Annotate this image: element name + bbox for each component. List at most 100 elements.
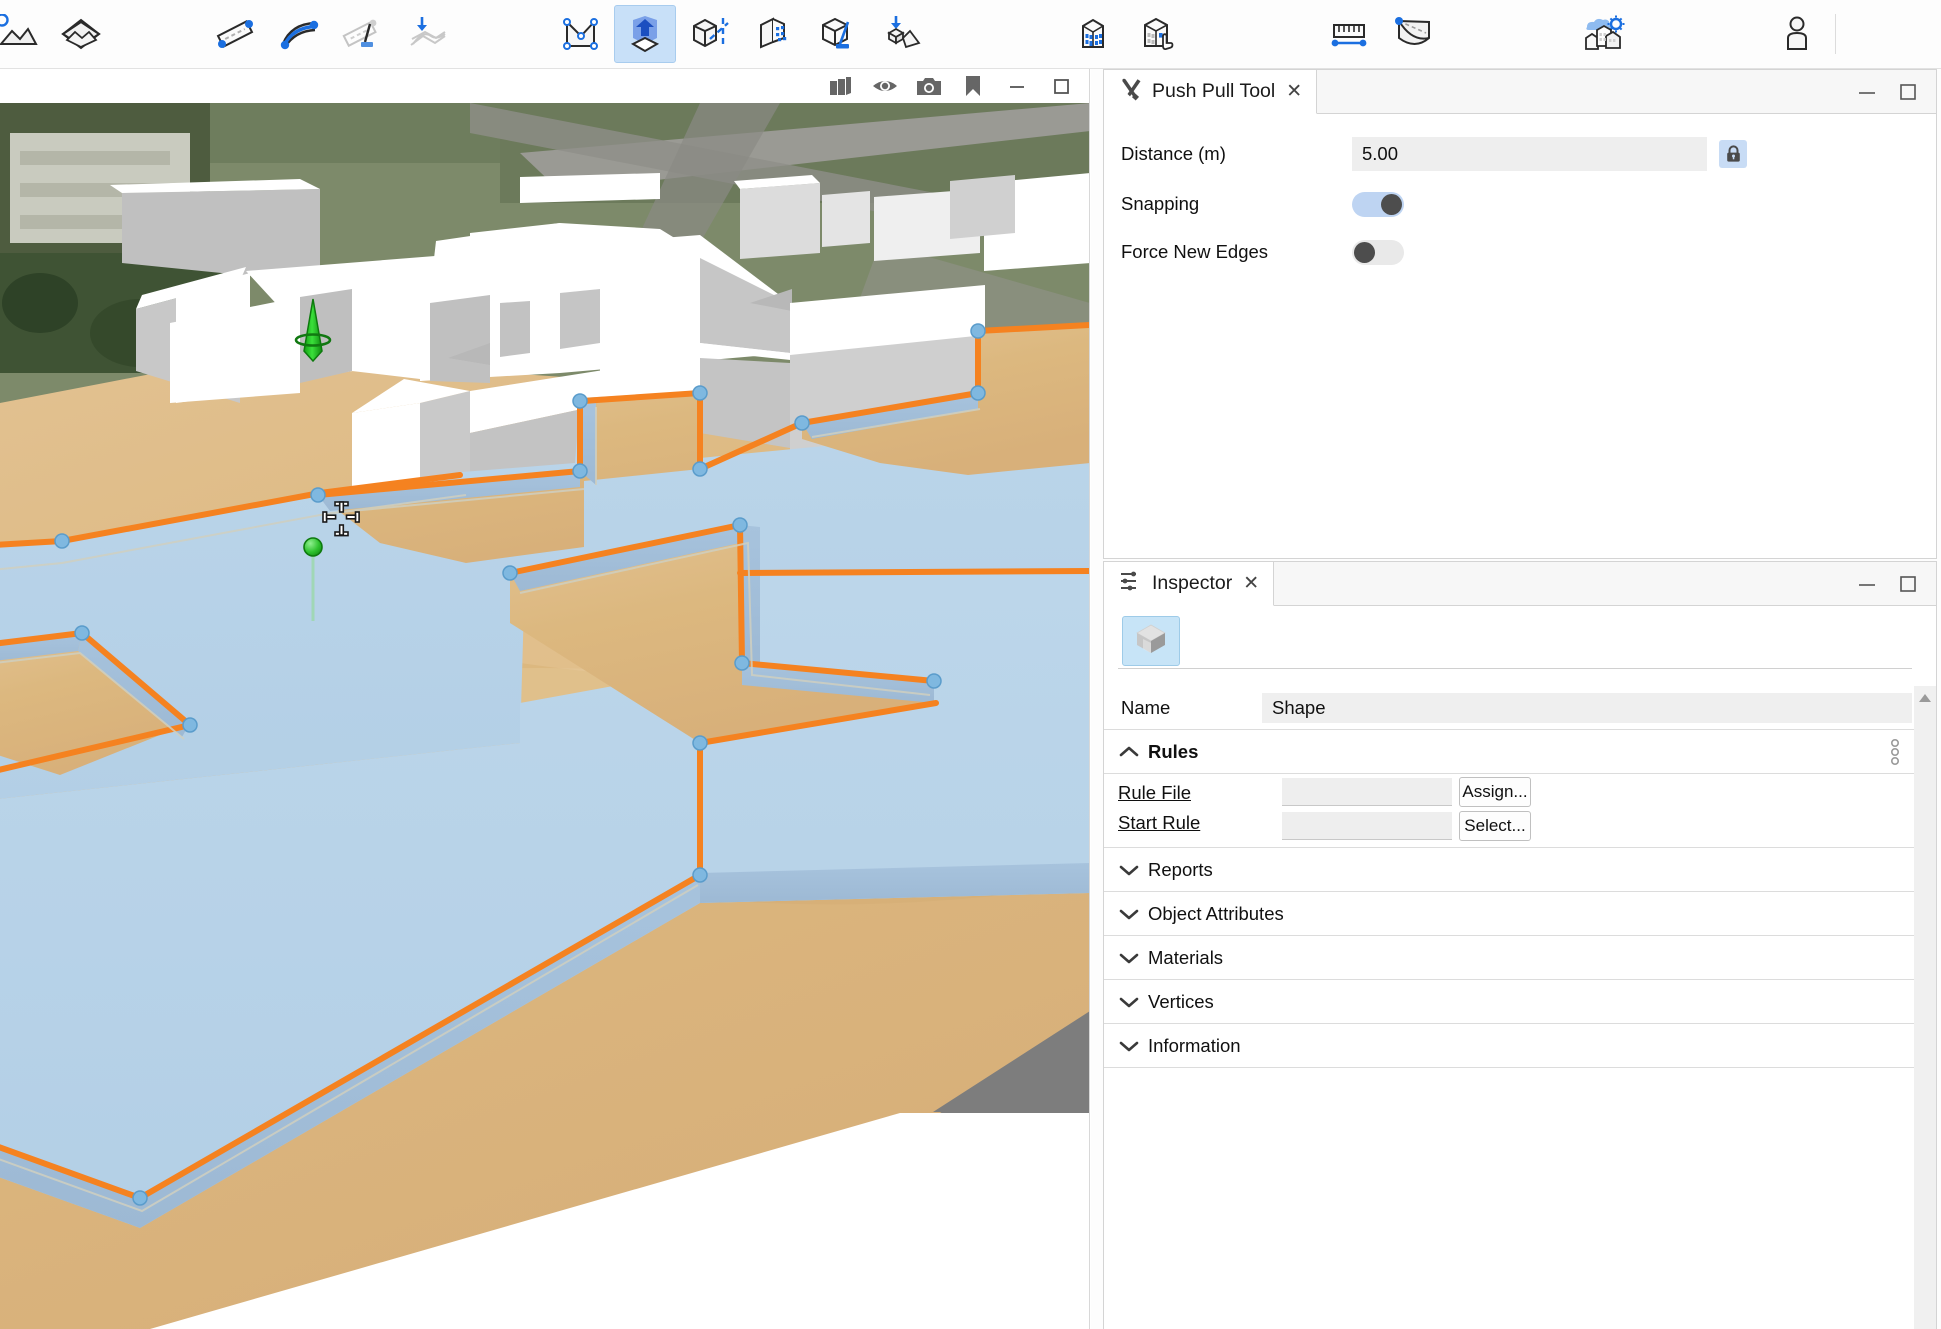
inspector-body: Name Shape Rules Rule File Assign... Sta… xyxy=(1104,606,1936,1329)
main-toolbar xyxy=(0,0,1941,69)
section-rules[interactable]: Rules xyxy=(1104,730,1914,774)
push-pull-tab-row: Push Pull Tool ✕ xyxy=(1104,70,1936,114)
push-pull-tab-title: Push Pull Tool xyxy=(1152,80,1276,102)
section-information[interactable]: Information xyxy=(1104,1024,1914,1068)
snapping-toggle-knob xyxy=(1381,193,1402,215)
section-materials[interactable]: Materials xyxy=(1104,936,1914,980)
inspector-maximize-icon[interactable] xyxy=(1898,574,1918,594)
inspector-close-icon[interactable]: ✕ xyxy=(1243,574,1259,593)
inspector-window-buttons xyxy=(1856,562,1936,605)
maximize-icon[interactable] xyxy=(1039,69,1083,103)
face-tool-button[interactable] xyxy=(806,5,868,63)
viewshed-button[interactable] xyxy=(1382,5,1444,63)
street-cleanup-button[interactable] xyxy=(332,5,394,63)
terrain-layer-icon xyxy=(0,14,39,54)
rules-body: Rule File Assign... Start Rule Select... xyxy=(1104,774,1914,848)
push-pull-close-icon[interactable]: ✕ xyxy=(1286,82,1302,101)
distance-row: Distance (m) 5.00 xyxy=(1104,134,1936,174)
tools-icon xyxy=(1120,78,1143,106)
force-new-edges-toggle[interactable] xyxy=(1352,239,1404,265)
face-tool-icon xyxy=(815,14,859,54)
inspector-scrollbar[interactable] xyxy=(1914,686,1936,1329)
polygonal-shape-button[interactable] xyxy=(550,5,612,63)
chevron-down-icon xyxy=(1118,863,1140,877)
scatter-button[interactable] xyxy=(742,5,804,63)
building-select-icon xyxy=(1135,14,1179,54)
street-align-button[interactable] xyxy=(396,5,458,63)
scene-layer-button[interactable] xyxy=(50,5,112,63)
vertical-dots-icon[interactable] xyxy=(1888,737,1902,767)
street-curve-button[interactable] xyxy=(268,5,330,63)
polygonal-shape-icon xyxy=(559,14,603,54)
push-pull-body: Distance (m) 5.00 Snapping Force New Edg… xyxy=(1104,114,1936,558)
section-object-attributes[interactable]: Object Attributes xyxy=(1104,892,1914,936)
sun-analysis-button[interactable] xyxy=(1574,5,1636,63)
chevron-down-icon xyxy=(1118,907,1140,921)
generate-models-button[interactable] xyxy=(1062,5,1124,63)
distance-input[interactable]: 5.00 xyxy=(1352,137,1707,171)
camera-icon[interactable] xyxy=(907,69,951,103)
measure-button[interactable] xyxy=(1318,5,1380,63)
rule-file-input[interactable] xyxy=(1282,778,1452,806)
inspector-tab-row: Inspector ✕ xyxy=(1104,562,1936,606)
inspector-scroll-area[interactable]: Name Shape Rules Rule File Assign... Sta… xyxy=(1104,686,1936,1329)
select-button[interactable]: Select... xyxy=(1459,811,1531,841)
3d-viewport[interactable] xyxy=(0,69,1090,1329)
push-pull-button[interactable] xyxy=(614,5,676,63)
layers-icon[interactable] xyxy=(819,69,863,103)
materials-label: Materials xyxy=(1148,946,1224,968)
select-models-button[interactable] xyxy=(1126,5,1188,63)
name-label: Name xyxy=(1121,696,1171,718)
tab-push-pull-tool[interactable]: Push Pull Tool ✕ xyxy=(1104,70,1318,114)
scene-layer-icon xyxy=(59,14,103,54)
toolbar-group-analysis xyxy=(1573,0,1637,69)
bookmark-icon[interactable] xyxy=(951,69,995,103)
lock-icon[interactable] xyxy=(1719,140,1747,168)
align-shapes-terrain-icon xyxy=(879,14,923,54)
chevron-down-icon xyxy=(1118,995,1140,1009)
triangle-up-icon[interactable] xyxy=(1914,692,1936,704)
right-panel-column: Push Pull Tool ✕ Distance (m) 5.00 Snapp… xyxy=(1091,69,1941,1329)
section-vertices[interactable]: Vertices xyxy=(1104,980,1914,1024)
eye-icon[interactable] xyxy=(863,69,907,103)
align-shapes-terrain-button[interactable] xyxy=(870,5,932,63)
start-rule-input[interactable] xyxy=(1282,812,1452,840)
person-button[interactable] xyxy=(1766,5,1828,63)
name-input[interactable]: Shape xyxy=(1262,692,1912,723)
sliders-icon xyxy=(1120,571,1143,596)
viewport-scene[interactable] xyxy=(0,103,1089,1329)
tab-inspector[interactable]: Inspector ✕ xyxy=(1104,562,1275,606)
snapping-toggle[interactable] xyxy=(1352,191,1404,217)
viewshed-icon xyxy=(1391,14,1435,54)
street-create-button[interactable] xyxy=(204,5,266,63)
toolbar-group-user xyxy=(1765,0,1829,69)
toolbar-group-model xyxy=(1061,0,1189,69)
start-rule-link[interactable]: Start Rule xyxy=(1118,812,1200,834)
inspector-object-type-bar xyxy=(1104,606,1936,674)
toolbar-group-shape xyxy=(549,0,933,69)
street-create-icon xyxy=(213,14,257,54)
toolbar-separator-end xyxy=(1835,14,1836,54)
vertices-label: Vertices xyxy=(1148,990,1214,1012)
push-pull-minimize-icon[interactable] xyxy=(1856,85,1878,99)
name-row: Name Shape xyxy=(1104,686,1914,730)
object-attributes-label: Object Attributes xyxy=(1148,902,1284,924)
terrain-layer-button[interactable] xyxy=(0,5,48,63)
assign-button[interactable]: Assign... xyxy=(1459,777,1531,807)
ruler-icon xyxy=(1327,14,1371,54)
section-reports[interactable]: Reports xyxy=(1104,848,1914,892)
inspector-content: Name Shape Rules Rule File Assign... Sta… xyxy=(1104,686,1914,1068)
minimize-icon[interactable] xyxy=(995,69,1039,103)
cube-icon xyxy=(1134,622,1168,661)
inspector-panel: Inspector ✕ Name Shape Rules Rule File A… xyxy=(1103,561,1937,1329)
shape-object-button[interactable] xyxy=(1122,616,1180,666)
gizmo-sphere-handle xyxy=(303,537,323,557)
push-pull-maximize-icon[interactable] xyxy=(1898,82,1918,102)
snapping-row: Snapping xyxy=(1104,184,1936,224)
street-align-icon xyxy=(405,14,449,54)
rule-file-link[interactable]: Rule File xyxy=(1118,782,1191,804)
inspector-tab-title: Inspector xyxy=(1152,572,1233,594)
mirror-button[interactable] xyxy=(678,5,740,63)
inspector-minimize-icon[interactable] xyxy=(1856,577,1878,591)
toolbar-group-measure xyxy=(1317,0,1445,69)
